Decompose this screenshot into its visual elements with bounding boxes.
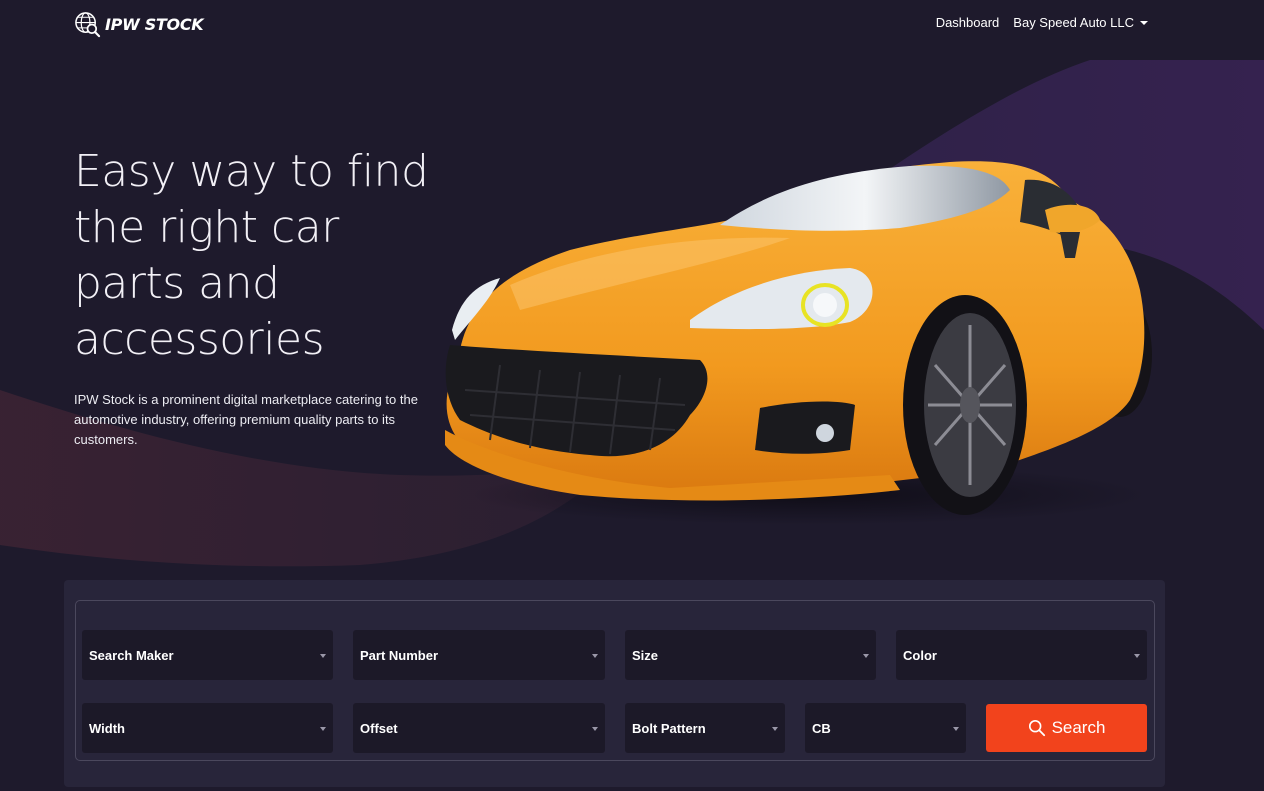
caret-down-icon xyxy=(1134,654,1140,658)
search-button-label: Search xyxy=(1051,718,1106,737)
search-panel: Search Maker Part Number Size Color Widt… xyxy=(64,580,1165,787)
offset-select[interactable]: Offset xyxy=(353,703,605,753)
cb-select-label: CB xyxy=(812,720,831,736)
maker-select[interactable]: Search Maker xyxy=(82,630,333,680)
offset-select-label: Offset xyxy=(360,720,398,736)
top-navbar: IPW STOCK Dashboard Bay Speed Auto LLC xyxy=(0,0,1264,48)
search-form: Search Maker Part Number Size Color Widt… xyxy=(75,600,1155,761)
nav-links: Dashboard Bay Speed Auto LLC xyxy=(936,15,1148,30)
width-select-label: Width xyxy=(89,720,125,736)
caret-down-icon xyxy=(320,727,326,731)
caret-down-icon xyxy=(592,727,598,731)
globe-search-icon xyxy=(75,12,101,38)
size-select[interactable]: Size xyxy=(625,630,876,680)
hero-description: IPW Stock is a prominent digital marketp… xyxy=(74,392,418,447)
color-select[interactable]: Color xyxy=(896,630,1147,680)
bolt-pattern-select-label: Bolt Pattern xyxy=(632,720,706,736)
account-dropdown[interactable]: Bay Speed Auto LLC xyxy=(1013,15,1148,30)
search-button[interactable]: Search xyxy=(986,704,1147,752)
brand-name: IPW STOCK xyxy=(105,15,204,34)
width-select[interactable]: Width xyxy=(82,703,333,753)
color-select-label: Color xyxy=(903,647,937,663)
part-number-select[interactable]: Part Number xyxy=(353,630,605,680)
search-icon xyxy=(1028,719,1045,737)
account-name: Bay Speed Auto LLC xyxy=(1013,15,1134,30)
size-select-label: Size xyxy=(632,647,659,663)
part-number-select-label: Part Number xyxy=(360,647,439,663)
maker-select-label: Search Maker xyxy=(89,647,174,663)
orange-sports-car-image xyxy=(445,161,1152,525)
hero-title: Easy way to find the right car parts and… xyxy=(74,146,429,365)
brand-logo[interactable]: IPW STOCK xyxy=(74,11,204,38)
nav-link-dashboard[interactable]: Dashboard xyxy=(936,15,1000,30)
cb-select[interactable]: CB xyxy=(805,703,966,753)
caret-down-icon xyxy=(592,654,598,658)
caret-down-icon xyxy=(953,727,959,731)
caret-down-icon xyxy=(320,654,326,658)
bolt-pattern-select[interactable]: Bolt Pattern xyxy=(625,703,785,753)
caret-down-icon xyxy=(772,727,778,731)
caret-down-icon xyxy=(863,654,869,658)
caret-down-icon xyxy=(1140,21,1148,25)
